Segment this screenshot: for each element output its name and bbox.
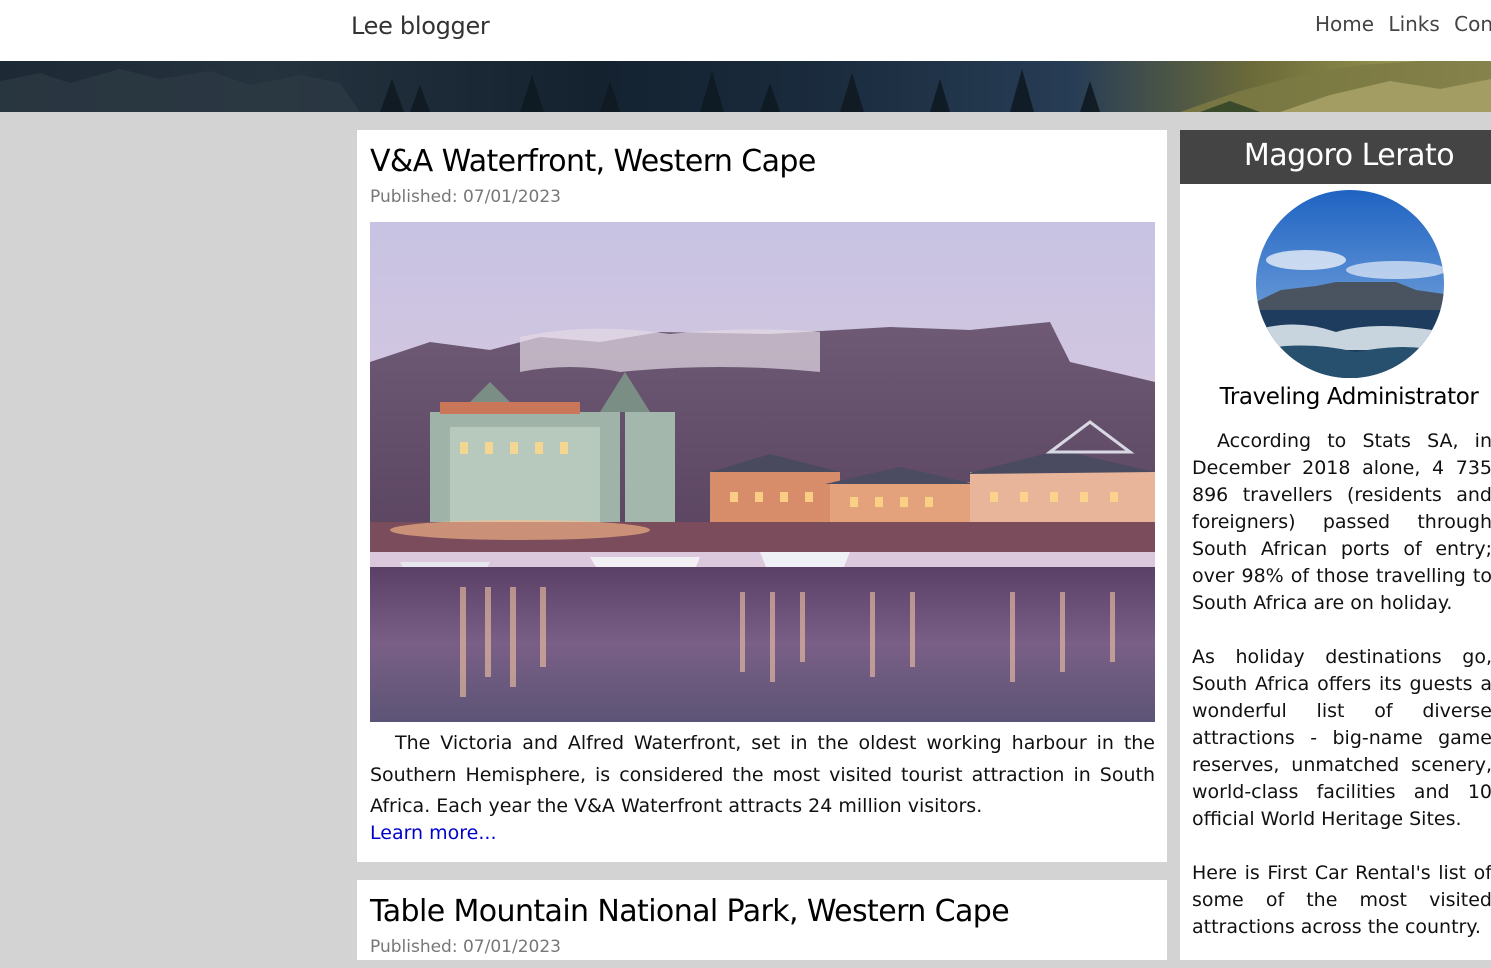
bio-paragraph: Here is First Car Rental's list of some … xyxy=(1192,862,1491,938)
author-bio: According to Stats SA, in December 2018 … xyxy=(1192,428,1491,968)
waterfront-harbour-image xyxy=(370,222,1155,722)
main-nav: Home Links Contact xyxy=(1315,12,1491,36)
author-name: Magoro Lerato xyxy=(1243,138,1455,173)
brand-link[interactable]: Lee blogger xyxy=(351,12,490,40)
nav-contact-link[interactable]: Contact xyxy=(1454,12,1491,36)
bio-paragraph: As holiday destinations go, South Africa… xyxy=(1192,646,1491,830)
post-excerpt: The Victoria and Alfred Waterfront, set … xyxy=(370,732,1155,817)
post-published-date: Published: 07/01/2023 xyxy=(370,187,561,207)
post-published-date: Published: 07/01/2023 xyxy=(370,937,561,957)
hero-banner-image xyxy=(0,61,1491,112)
top-navbar: Lee blogger Home Links Contact xyxy=(0,0,1491,61)
learn-more-link[interactable]: Learn more... xyxy=(370,822,496,844)
sidebar-header: Magoro Lerato xyxy=(1180,130,1491,184)
nav-home-link[interactable]: Home xyxy=(1315,12,1374,36)
bio-paragraph: According to Stats SA, in December 2018 … xyxy=(1192,430,1491,614)
author-role: Traveling Administrator xyxy=(1219,384,1479,410)
avatar xyxy=(1256,190,1444,378)
nav-links-link[interactable]: Links xyxy=(1388,12,1439,36)
post-card: Table Mountain National Park, Western Ca… xyxy=(357,880,1167,960)
author-sidebar: Magoro Lerato Traveling Administrator Ac… xyxy=(1180,130,1491,960)
post-title[interactable]: V&A Waterfront, Western Cape xyxy=(370,144,816,179)
post-title[interactable]: Table Mountain National Park, Western Ca… xyxy=(370,894,1010,929)
post-card: V&A Waterfront, Western Cape Published: … xyxy=(357,130,1167,862)
